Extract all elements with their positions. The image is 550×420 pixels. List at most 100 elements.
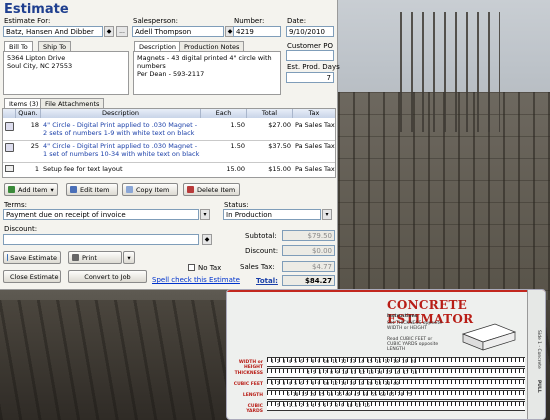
row-divider [3,162,335,163]
magnet-item-icon [5,143,14,152]
subtotal-label: Subtotal: [245,232,277,240]
discount-label: Discount: [4,225,38,233]
row-each: 15.00 [226,165,245,173]
save-estimate-label: Save Estimate [10,253,57,262]
setup-item-icon [5,165,14,172]
row-each: 1.50 [230,142,245,150]
description-text[interactable]: Magnets - 43 digital printed 4" circle w… [133,51,281,95]
instruction-step-2: Read CUBIC FEET or CUBIC YARDS opposite … [387,337,439,352]
row-quan: 18 [30,121,39,129]
sales-tax-label: Sales Tax: [240,263,275,271]
bill-to-address[interactable]: 5364 Lipton Drive Soul City, NC 27553 [3,51,129,95]
scale-label-width: WIDTH or HEIGHT [238,360,263,370]
header-tax[interactable]: Tax [293,109,335,118]
estimate-for-dropdown[interactable]: ◆ [104,26,114,37]
tab-production-notes[interactable]: Production Notes [179,41,245,51]
discount-field[interactable] [3,234,199,245]
add-item-button[interactable]: Add Item ▾ [4,183,58,196]
row-total: $37.50 [268,142,291,150]
delete-item-button[interactable]: Delete Item [183,183,240,196]
subtotal-value: $79.50 [282,230,335,241]
row-tax: Pa Sales Tax [295,142,335,150]
edit-item-button[interactable]: Edit Item [66,183,118,196]
status-label: Status: [224,201,249,209]
header-description[interactable]: Description [41,109,201,118]
add-item-label: Add Item [18,185,48,194]
row-tax: Pa Sales Tax [295,165,335,173]
estimate-for-field[interactable]: Batz, Hansen And Dibber [3,26,103,37]
sales-tax-value: $4.77 [282,261,335,272]
discount-total-label: Discount: [245,247,279,255]
dropdown-arrow-icon: ▾ [50,185,54,194]
header-each[interactable]: Each [201,109,247,118]
row-divider [3,140,335,141]
print-options-dropdown[interactable]: ▾ [123,251,135,264]
tab-description[interactable]: Description [134,41,182,51]
discount-dropdown[interactable]: ◆ [202,234,212,245]
terms-field[interactable]: Payment due on receipt of invoice [3,209,199,220]
row-total: $15.00 [268,165,291,173]
number-label: Number: [234,17,265,25]
close-estimate-label: Close Estimate [10,272,59,281]
instructions-label: Instructions [387,314,418,319]
print-button[interactable]: Print [68,251,122,264]
tab-items[interactable]: Items (3) [4,98,44,108]
scale-numbers-width: 1 2 3 4 5 6 7 8 9 10 11 12 13 14 15 16 1… [271,360,417,365]
row-tax: Pa Sales Tax [295,121,335,129]
save-estimate-button[interactable]: Save Estimate [3,251,61,264]
est-prod-days-field[interactable]: 7 [286,72,334,83]
row-quan: 25 [30,142,39,150]
scale-numbers-length: 5 10 15 20 25 30 35 40 45 50 55 60 65 70… [287,393,413,398]
scale-label-thickness: THICKNESS [234,371,263,376]
tab-ship-to[interactable]: Ship To [38,41,72,51]
customer-po-label: Customer PO [287,42,333,50]
scale-numbers-cubic-yards: 5 1 1.5 2 3 4 5 6 7 8 9 10 12 15 [277,404,371,409]
row-description: 4" Circle - Digital Print applied to .03… [43,121,198,137]
scale-label-cubic-yards: CUBIC YARDS [246,404,263,414]
scale-label-cubic-feet: CUBIC FEET [233,382,263,387]
scale-label-length: LENGTH [242,393,263,398]
number-field[interactable]: 4219 [233,26,281,37]
estimate-for-more-button[interactable]: ... [116,26,128,37]
terms-dropdown[interactable]: ▾ [200,209,210,220]
edit-icon [70,186,77,193]
customer-po-field[interactable] [286,50,334,61]
scale-numbers-cubic-feet: 1 2 3 4 5 6 7 8 9 10 12 14 16 18 20 24 3… [271,382,400,387]
window-title: Estimate [4,2,69,17]
row-total: $27.00 [268,121,291,129]
date-field[interactable]: 9/10/2010 [286,26,334,37]
terms-label: Terms: [4,201,27,209]
concrete-block-diagram [461,323,517,351]
header-quan[interactable]: Quan. [16,109,41,118]
est-prod-days-label: Est. Prod. Days [287,63,340,71]
row-each: 1.50 [230,121,245,129]
copy-item-button[interactable]: Copy Item [122,183,178,196]
tab-file-attachments[interactable]: File Attachments [40,98,105,108]
magnet-item-icon [5,122,14,131]
print-label: Print [82,253,97,262]
card-top-accent [227,290,545,292]
side-label: Side 1 - Concrete [536,330,541,369]
delete-icon [187,186,194,193]
header-total[interactable]: Total [247,109,293,118]
concrete-estimator-card: CONCRETE ESTIMATOR Instructions Set THIC… [226,289,546,420]
status-dropdown[interactable]: ▾ [322,209,332,220]
scale-numbers-thickness: 4 5 6 7 8 9 10 11 12 13 14 15 16 17 18 [307,371,418,376]
total-value: $84.27 [282,275,335,286]
convert-to-job-button[interactable]: Convert to Job [68,270,147,283]
salesperson-field[interactable]: Adell Thompson [132,26,224,37]
header-icon-col [3,109,16,118]
rebar-bundle [400,12,500,132]
row-description: 4" Circle - Digital Print applied to .03… [43,142,200,158]
spell-check-link[interactable]: Spell check this Estimate [152,276,240,284]
salesperson-label: Salesperson: [133,17,178,25]
copy-item-label: Copy Item [136,185,170,194]
status-field[interactable]: In Production [223,209,321,220]
copy-icon [126,186,133,193]
close-estimate-button[interactable]: Close Estimate [3,270,61,283]
tab-bill-to[interactable]: Bill To [4,41,33,51]
convert-to-job-label: Convert to Job [84,272,131,281]
no-tax-checkbox[interactable] [188,264,195,271]
row-quan: 1 [34,165,39,173]
delete-item-label: Delete Item [197,185,236,194]
